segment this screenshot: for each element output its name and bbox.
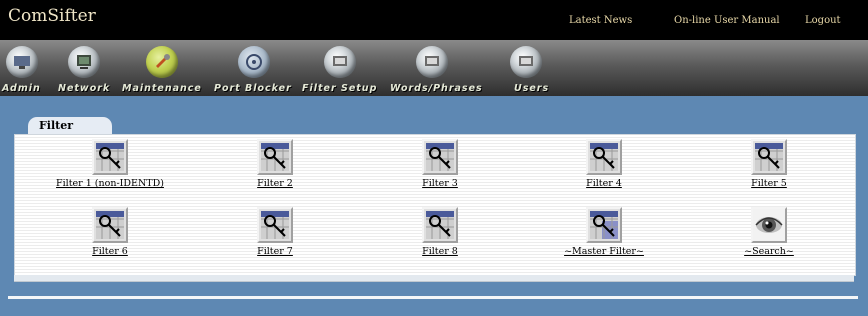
filter-label: Filter 8 — [422, 246, 458, 257]
filter-2-item[interactable]: Filter 2 — [230, 139, 320, 189]
network-icon — [68, 46, 100, 78]
filter-label: Filter 1 (non-IDENTD) — [56, 178, 164, 189]
filter-setup-icon — [324, 46, 356, 78]
filter-4-item[interactable]: Filter 4 — [559, 139, 649, 189]
nav-label-maintenance: Maintenance — [122, 83, 202, 94]
filter-key-icon — [586, 139, 622, 175]
main-content: Filter Setup Filter 1 (non-IDENTD) Filte… — [0, 96, 868, 316]
tab-filter-setup[interactable]: Filter Setup — [28, 117, 112, 145]
nav-label-port-blocker: Port Blocker — [214, 83, 292, 94]
port-blocker-icon — [238, 46, 270, 78]
nav-label-users: Users — [514, 83, 550, 94]
filter-8-item[interactable]: Filter 8 — [395, 207, 485, 257]
master-filter-icon — [586, 207, 622, 243]
main-nav-bar: Admin Network Maintenance Port Blocker F… — [0, 40, 868, 96]
panel-footer — [14, 275, 854, 282]
logout-link[interactable]: Logout — [805, 15, 841, 26]
section-divider — [8, 296, 858, 299]
filter-key-icon — [92, 207, 128, 243]
nav-item-words-phrases[interactable]: Words/Phrases — [386, 42, 483, 94]
users-icon — [510, 46, 542, 78]
admin-icon — [6, 46, 38, 78]
filter-1-item[interactable]: Filter 1 (non-IDENTD) — [35, 139, 185, 189]
top-bar: ComSifter Latest News On-line User Manua… — [0, 0, 868, 40]
filter-label: Filter 6 — [92, 246, 128, 257]
nav-label-network: Network — [58, 83, 111, 94]
filter-label: Filter 4 — [586, 178, 622, 189]
nav-item-port-blocker[interactable]: Port Blocker — [210, 42, 294, 94]
words-phrases-icon — [416, 46, 448, 78]
filter-key-icon — [422, 139, 458, 175]
nav-label-admin: Admin — [2, 83, 41, 94]
nav-label-filter-setup: Filter Setup — [302, 83, 378, 94]
nav-item-maintenance[interactable]: Maintenance — [118, 42, 202, 94]
filter-7-item[interactable]: Filter 7 — [230, 207, 320, 257]
filter-key-icon — [257, 139, 293, 175]
filter-key-icon — [751, 139, 787, 175]
filter-5-item[interactable]: Filter 5 — [724, 139, 814, 189]
search-label: ~Search~ — [744, 246, 794, 257]
filter-panel: Filter 1 (non-IDENTD) Filter 2 Filter 3 … — [14, 134, 856, 276]
maintenance-icon — [146, 46, 178, 78]
filter-key-icon — [422, 207, 458, 243]
nav-item-admin[interactable]: Admin — [0, 42, 52, 94]
master-filter-label: ~Master Filter~ — [564, 246, 644, 257]
nav-item-users[interactable]: Users — [500, 42, 552, 94]
master-filter-item[interactable]: ~Master Filter~ — [549, 207, 659, 257]
nav-label-words-phrases: Words/Phrases — [390, 83, 483, 94]
filter-label: Filter 7 — [257, 246, 293, 257]
nav-item-network[interactable]: Network — [52, 42, 114, 94]
filter-label: Filter 3 — [422, 178, 458, 189]
latest-news-link[interactable]: Latest News — [569, 15, 632, 26]
user-manual-link[interactable]: On-line User Manual — [674, 15, 780, 26]
filter-key-icon — [92, 139, 128, 175]
brand-title: ComSifter — [8, 6, 96, 26]
filter-label: Filter 2 — [257, 178, 293, 189]
nav-item-filter-setup[interactable]: Filter Setup — [298, 42, 380, 94]
filter-key-icon — [257, 207, 293, 243]
search-item[interactable]: ~Search~ — [724, 207, 814, 257]
filter-6-item[interactable]: Filter 6 — [65, 207, 155, 257]
eye-search-icon — [751, 207, 787, 243]
filter-label: Filter 5 — [751, 178, 787, 189]
filter-3-item[interactable]: Filter 3 — [395, 139, 485, 189]
